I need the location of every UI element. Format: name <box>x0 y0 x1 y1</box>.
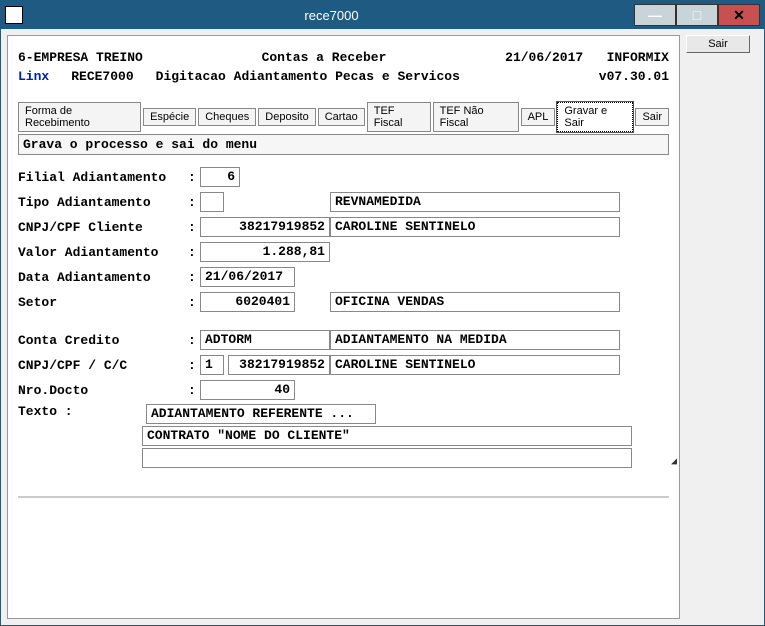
title-bar: rece7000 — □ ✕ <box>1 1 764 29</box>
tipo-label: Tipo Adiantamento <box>18 195 188 210</box>
tab-apl[interactable]: APL <box>521 108 556 126</box>
tipo-desc: REVNAMEDIDA <box>330 192 620 212</box>
main-area: 6-EMPRESA TREINO Contas a Receber 21/06/… <box>1 29 764 625</box>
header-db: INFORMIX <box>607 50 669 65</box>
tab-cartao[interactable]: Cartao <box>318 108 365 126</box>
tab-sair[interactable]: Sair <box>635 108 669 126</box>
close-button[interactable]: ✕ <box>718 4 760 26</box>
cc-desc: CAROLINE SENTINELO <box>330 355 620 375</box>
divider <box>18 496 669 498</box>
vendor-label: Linx <box>18 69 49 84</box>
help-text: Grava o processo e sai do menu <box>18 134 669 155</box>
header-date: 21/06/2017 <box>505 50 583 65</box>
app-window: rece7000 — □ ✕ 6-EMPRESA TREINO Contas a… <box>0 0 765 626</box>
screen-title: Contas a Receber <box>262 50 387 65</box>
texto-line-2[interactable]: CONTRATO "NOME DO CLIENTE" <box>142 426 632 446</box>
conta-input[interactable]: ADTORM <box>200 330 330 350</box>
cc-numero-input[interactable]: 38217919852 <box>228 355 330 375</box>
setor-input[interactable]: 6020401 <box>200 292 295 312</box>
subtitle: Digitacao Adiantamento Pecas e Servicos <box>156 69 460 84</box>
header-line-1: 6-EMPRESA TREINO Contas a Receber 21/06/… <box>18 50 669 65</box>
header-line-2: Linx RECE7000 Digitacao Adiantamento Pec… <box>18 69 669 84</box>
cc-label: CNPJ/CPF / C/C <box>18 358 188 373</box>
window-title: rece7000 <box>29 8 634 23</box>
tab-gravar-e-sair[interactable]: Gravar e Sair <box>557 102 633 132</box>
company-label: 6-EMPRESA TREINO <box>18 50 143 65</box>
conta-desc: ADIANTAMENTO NA MEDIDA <box>330 330 620 350</box>
cc-tipo-input[interactable]: 1 <box>200 355 224 375</box>
texto-row: Texto : ADIANTAMENTO REFERENTE ... <box>18 404 669 424</box>
program-code: RECE7000 <box>71 69 133 84</box>
filial-label: Filial Adiantamento <box>18 170 188 185</box>
setor-desc: OFICINA VENDAS <box>330 292 620 312</box>
conta-label: Conta Credito <box>18 333 188 348</box>
tab-tef-nao-fiscal[interactable]: TEF Não Fiscal <box>433 102 519 132</box>
tipo-input[interactable] <box>200 192 224 212</box>
setor-label: Setor <box>18 295 188 310</box>
tab-forma-recebimento[interactable]: Forma de Recebimento <box>18 102 141 132</box>
data-input[interactable]: 21/06/2017 <box>200 267 295 287</box>
texto-line-3[interactable] <box>142 448 632 468</box>
valor-label: Valor Adiantamento <box>18 245 188 260</box>
form-grid: Filial Adiantamento : 6 Tipo Adiantament… <box>18 167 669 400</box>
cnpj-cliente-input[interactable]: 38217919852 <box>200 217 330 237</box>
tab-especie[interactable]: Espécie <box>143 108 196 126</box>
valor-input[interactable]: 1.288,81 <box>200 242 330 262</box>
cnpj-cliente-desc: CAROLINE SENTINELO <box>330 217 620 237</box>
cnpj-cliente-label: CNPJ/CPF Cliente <box>18 220 188 235</box>
right-panel: Sair <box>686 35 758 619</box>
resize-indicator-icon: ◢ <box>671 456 677 468</box>
nro-docto-label: Nro.Docto <box>18 383 188 398</box>
texto-label: Texto : <box>18 404 142 424</box>
tab-tef-fiscal[interactable]: TEF Fiscal <box>367 102 431 132</box>
maximize-button[interactable]: □ <box>676 4 718 26</box>
app-icon <box>5 6 23 24</box>
data-label: Data Adiantamento <box>18 270 188 285</box>
minimize-button[interactable]: — <box>634 4 676 26</box>
sair-button[interactable]: Sair <box>686 35 750 53</box>
version-label: v07.30.01 <box>599 69 669 84</box>
tab-deposito[interactable]: Deposito <box>258 108 315 126</box>
tab-strip: Forma de Recebimento Espécie Cheques Dep… <box>18 102 669 132</box>
filial-input[interactable]: 6 <box>200 167 240 187</box>
tab-cheques[interactable]: Cheques <box>198 108 256 126</box>
form-panel: 6-EMPRESA TREINO Contas a Receber 21/06/… <box>7 35 680 619</box>
texto-line-1[interactable]: ADIANTAMENTO REFERENTE ... <box>146 404 376 424</box>
nro-docto-input[interactable]: 40 <box>200 380 295 400</box>
